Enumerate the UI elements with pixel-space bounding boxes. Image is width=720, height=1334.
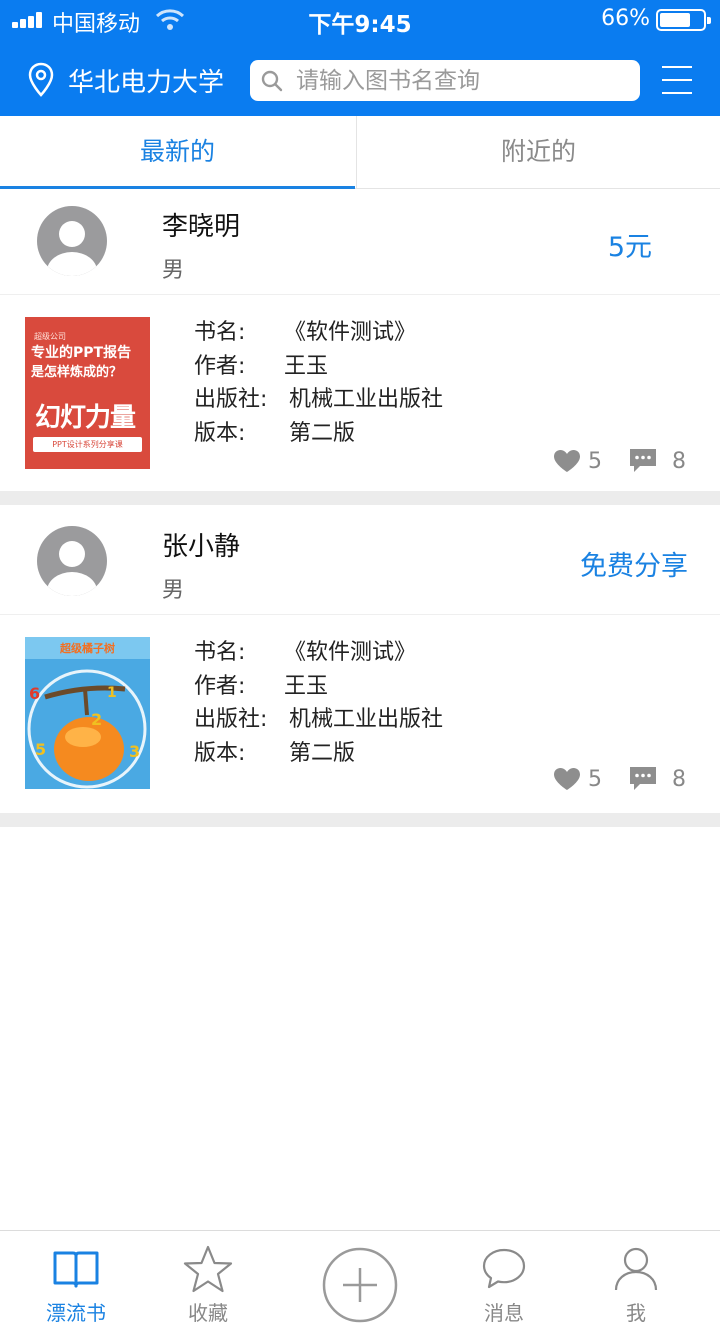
book-title: 《软件测试》: [284, 640, 417, 665]
heart-icon[interactable]: [553, 767, 581, 791]
tab-latest[interactable]: 最新的: [0, 116, 355, 189]
user-gender: 男: [162, 578, 185, 603]
tab-nearby[interactable]: 附近的: [356, 116, 720, 188]
avatar-icon[interactable]: [36, 205, 108, 277]
cover-text: 超级公司: [34, 332, 66, 341]
divider: [0, 294, 720, 295]
tab-bar: 最新的 附近的: [0, 116, 720, 189]
book-info: 书名: 《软件测试》 作者: 王玉 出版社: 机械工业出版社 版本: 第二版: [194, 636, 443, 770]
cover-illustration: 6 5 3 2 1: [25, 637, 150, 789]
cover-text: 专业的PPT报告: [31, 345, 132, 361]
cover-text: PPT设计系列分享课: [33, 437, 142, 452]
section-divider: [0, 813, 720, 827]
avatar-icon[interactable]: [36, 525, 108, 597]
heart-icon[interactable]: [553, 449, 581, 473]
book-publisher-label: 出版社:: [194, 707, 268, 732]
comment-icon[interactable]: [629, 766, 657, 792]
message-icon: [482, 1248, 526, 1289]
user-gender: 男: [162, 258, 185, 283]
comment-count: 8: [672, 448, 686, 474]
book-author-label: 作者:: [194, 673, 246, 699]
menu-icon[interactable]: [662, 66, 692, 94]
divider: [0, 614, 720, 615]
campus-location-label[interactable]: 华北电力大学: [68, 62, 224, 99]
battery-percent: 66%: [601, 6, 650, 31]
svg-text:5: 5: [35, 740, 46, 759]
cover-text: 是怎样炼成的？: [31, 365, 123, 380]
book-edition-label: 版本:: [194, 740, 246, 766]
svg-text:6: 6: [29, 684, 40, 703]
svg-text:3: 3: [129, 742, 140, 761]
nav-drift-books[interactable]: 漂流书: [26, 1231, 126, 1334]
section-divider: [0, 491, 720, 505]
search-input[interactable]: [296, 64, 626, 97]
svg-text:2: 2: [91, 710, 102, 729]
book-cover-image[interactable]: 超级公司 专业的PPT报告 是怎样炼成的？ 幻灯力量 PPT设计系列分享课: [25, 317, 150, 469]
book-publisher-label: 出版社:: [194, 387, 268, 412]
nav-label: 消息: [484, 1301, 524, 1325]
top-bar: 中国移动 下午9:45 66% 华北电力大学: [0, 0, 720, 116]
post-card[interactable]: 张小静 男 免费分享 6 5 3 2 1 超级橘子树 书名: 《软件测试》 作者:…: [0, 505, 720, 813]
book-edition: 第二版: [289, 420, 356, 446]
bottom-nav: 漂流书 收藏 消息 我: [0, 1230, 720, 1334]
book-publisher: 机械工业出版社: [289, 387, 444, 412]
cover-text: 超级橘子树: [60, 642, 115, 655]
book-title-label: 书名:: [194, 320, 246, 345]
price-label: 免费分享: [580, 551, 688, 582]
nav-favorites[interactable]: 收藏: [158, 1231, 258, 1334]
comment-count: 8: [672, 766, 686, 792]
post-card[interactable]: 李晓明 男 5元 超级公司 专业的PPT报告 是怎样炼成的？ 幻灯力量 PPT设…: [0, 189, 720, 491]
svg-text:1: 1: [107, 685, 117, 701]
book-author: 王玉: [284, 673, 329, 699]
nav-label: 我: [626, 1301, 646, 1325]
book-title-label: 书名:: [194, 640, 246, 665]
book-edition: 第二版: [289, 740, 356, 766]
nav-add-book[interactable]: [320, 1231, 400, 1334]
book-icon: [53, 1251, 99, 1288]
add-icon: [322, 1247, 398, 1323]
user-name[interactable]: 张小静: [162, 526, 240, 563]
like-count: 5: [588, 766, 602, 792]
location-pin-icon[interactable]: [28, 62, 54, 98]
star-icon: [183, 1245, 233, 1293]
book-author: 王玉: [284, 353, 329, 379]
profile-icon: [614, 1247, 658, 1291]
nav-messages[interactable]: 消息: [454, 1231, 554, 1334]
status-bar: 中国移动 下午9:45 66%: [0, 0, 720, 40]
book-info: 书名: 《软件测试》 作者: 王玉 出版社: 机械工业出版社 版本: 第二版: [194, 316, 443, 450]
search-bar[interactable]: [250, 60, 640, 101]
comment-icon[interactable]: [629, 448, 657, 474]
book-author-label: 作者:: [194, 353, 246, 379]
battery-icon: [656, 9, 711, 31]
user-name[interactable]: 李晓明: [162, 206, 240, 243]
cover-text: 幻灯力量: [35, 403, 136, 433]
book-cover-image[interactable]: 6 5 3 2 1 超级橘子树: [25, 637, 150, 789]
nav-label: 收藏: [188, 1301, 228, 1325]
book-edition-label: 版本:: [194, 420, 246, 446]
post-stats: 5 8: [553, 448, 686, 474]
book-title: 《软件测试》: [284, 320, 417, 345]
post-stats: 5 8: [553, 766, 686, 792]
nav-me[interactable]: 我: [586, 1231, 686, 1334]
book-publisher: 机械工业出版社: [289, 707, 444, 732]
nav-label: 漂流书: [46, 1301, 106, 1325]
price-label: 5元: [607, 232, 652, 263]
search-icon: [261, 70, 283, 92]
like-count: 5: [588, 448, 602, 474]
